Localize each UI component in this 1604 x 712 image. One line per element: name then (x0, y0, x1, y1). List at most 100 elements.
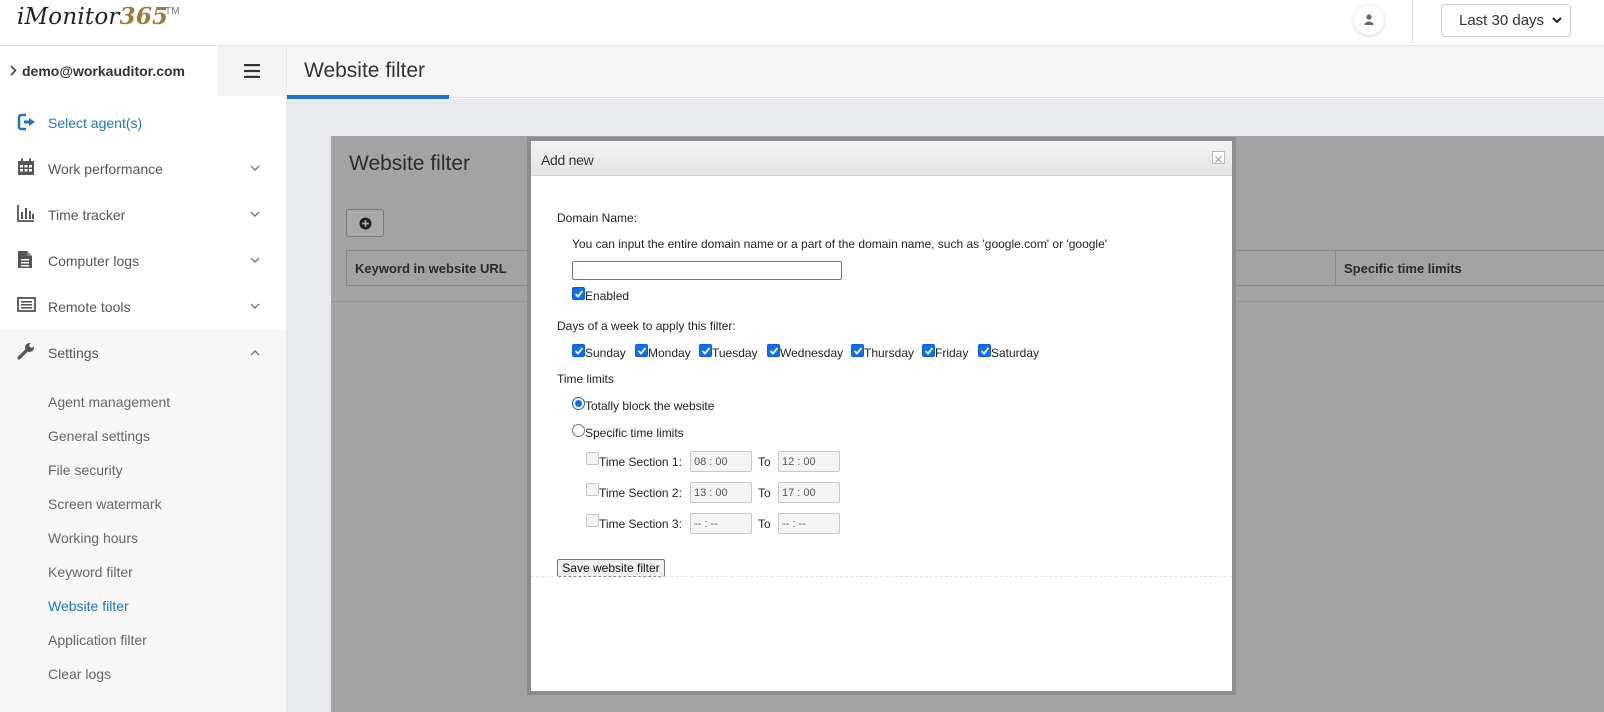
top-bar-divider (1412, 0, 1413, 46)
day-label: Thursday (864, 346, 915, 360)
day-checkbox-sunday[interactable] (572, 344, 585, 357)
submenu-item-application-filter[interactable]: Application filter (48, 632, 147, 648)
top-bar: iMonitor365 TM Last 30 days (0, 0, 1604, 46)
time-limits-label: Time limits (557, 372, 614, 386)
account-toggle[interactable]: demo@workauditor.com (0, 46, 218, 96)
time-section-1-to-input[interactable]: 12 : 00 (778, 451, 840, 472)
sidebar-item-time-tracker[interactable]: Time tracker (0, 192, 286, 238)
days-label: Days of a week to apply this filter: (557, 319, 736, 333)
page-header: Website filter (287, 46, 1604, 99)
account-email: demo@workauditor.com (22, 63, 186, 79)
settings-submenu: Agent management General settings File s… (0, 376, 286, 712)
time-section-label: Time Section 1: (599, 455, 682, 469)
sidebar-item-settings[interactable]: Settings (0, 330, 286, 376)
checkmark-icon (574, 290, 584, 298)
add-filter-button[interactable] (346, 209, 384, 237)
time-section-3-from-input[interactable]: -- : -- (690, 513, 752, 534)
sidebar-item-label: Settings (48, 345, 99, 361)
checkmark-icon (701, 347, 711, 355)
checkmark-icon (574, 347, 584, 355)
dialog-title: Add new (541, 152, 594, 168)
day-checkbox-tuesday[interactable] (699, 344, 712, 357)
day-label: Monday (648, 346, 691, 360)
logo-text: iMonitor (17, 4, 120, 30)
submenu-item-clear-logs[interactable]: Clear logs (48, 666, 111, 682)
time-section-2-to-input[interactable]: 17 : 00 (778, 482, 840, 503)
close-icon (1215, 156, 1222, 163)
radio-totally-block[interactable] (572, 397, 585, 410)
enabled-checkbox[interactable] (572, 287, 585, 300)
totally-block-label: Totally block the website (585, 399, 715, 413)
time-section-3-checkbox[interactable] (586, 514, 599, 527)
dialog-close-button[interactable] (1212, 151, 1225, 164)
time-section-1-from-input[interactable]: 08 : 00 (690, 451, 752, 472)
column-header-keyword[interactable]: Keyword in website URL (355, 261, 507, 276)
day-checkbox-monday[interactable] (635, 344, 648, 357)
time-section-3-to-input[interactable]: -- : -- (778, 513, 840, 534)
time-section-2-checkbox[interactable] (586, 483, 599, 496)
day-label: Tuesday (712, 346, 758, 360)
day-checkbox-saturday[interactable] (978, 344, 991, 357)
chevron-down-icon (250, 165, 260, 171)
radio-specific-time-limits[interactable] (572, 424, 585, 437)
checkmark-icon (769, 347, 779, 355)
submenu-item-website-filter[interactable]: Website filter (48, 598, 129, 614)
to-label: To (758, 486, 771, 500)
day-label: Sunday (585, 346, 626, 360)
chevron-up-icon (250, 350, 260, 356)
submenu-item-working-hours[interactable]: Working hours (48, 530, 138, 546)
day-label: Wednesday (780, 346, 844, 360)
to-label: To (758, 517, 771, 531)
wrench-icon (17, 343, 34, 360)
period-select[interactable]: Last 30 days (1441, 4, 1571, 37)
sign-in-icon (17, 113, 35, 131)
dialog-header: Add new (531, 141, 1232, 176)
submenu-item-general-settings[interactable]: General settings (48, 428, 150, 444)
chevron-down-icon (250, 257, 260, 263)
domain-name-input[interactable] (572, 261, 842, 280)
logo-trademark: TM (165, 6, 180, 17)
page-title: Website filter (304, 59, 425, 82)
app-logo[interactable]: iMonitor365 TM (17, 3, 180, 30)
submenu-item-agent-management[interactable]: Agent management (48, 394, 170, 410)
sidebar-item-remote-tools[interactable]: Remote tools (0, 284, 286, 330)
checkmark-icon (853, 347, 863, 355)
time-section-1-checkbox[interactable] (586, 452, 599, 465)
column-header-time-limits[interactable]: Specific time limits (1344, 261, 1462, 276)
submenu-item-screen-watermark[interactable]: Screen watermark (48, 496, 162, 512)
specific-time-limits-label: Specific time limits (585, 426, 684, 440)
time-section-2-from-input[interactable]: 13 : 00 (690, 482, 752, 503)
sidebar-item-computer-logs[interactable]: Computer logs (0, 238, 286, 284)
sidebar-item-label: Remote tools (48, 299, 131, 315)
save-website-filter-button[interactable]: Save website filter (557, 559, 665, 577)
submenu-item-file-security[interactable]: File security (48, 462, 123, 478)
keyboard-icon (17, 297, 36, 312)
domain-name-label: Domain Name: (557, 211, 638, 225)
day-label: Saturday (991, 346, 1040, 360)
day-label: Friday (935, 346, 969, 360)
plus-circle-icon (359, 217, 372, 230)
sidebar-toggle-button[interactable] (218, 46, 286, 96)
sidebar-item-select-agents[interactable]: Select agent(s) (0, 100, 286, 146)
hamburger-icon (244, 64, 260, 78)
chevron-right-icon (10, 65, 17, 76)
user-menu-button[interactable] (1354, 5, 1384, 35)
bar-chart-icon (17, 205, 34, 222)
chevron-down-icon (250, 211, 260, 217)
checkmark-icon (924, 347, 934, 355)
sidebar: demo@workauditor.com Select agent(s) Wor… (0, 46, 286, 712)
to-label: To (758, 455, 771, 469)
checkmark-icon (637, 347, 647, 355)
column-divider (1335, 251, 1336, 285)
sidebar-item-label: Computer logs (48, 253, 140, 269)
card-title: Website filter (349, 152, 470, 175)
day-checkbox-thursday[interactable] (851, 344, 864, 357)
dialog-divider (531, 576, 1232, 577)
day-checkbox-wednesday[interactable] (767, 344, 780, 357)
time-section-label: Time Section 2: (599, 486, 682, 500)
day-checkbox-friday[interactable] (922, 344, 935, 357)
enabled-label: Enabled (585, 289, 630, 303)
sidebar-item-work-performance[interactable]: Work performance (0, 146, 286, 192)
sidebar-item-label: Select agent(s) (48, 115, 143, 131)
submenu-item-keyword-filter[interactable]: Keyword filter (48, 564, 133, 580)
